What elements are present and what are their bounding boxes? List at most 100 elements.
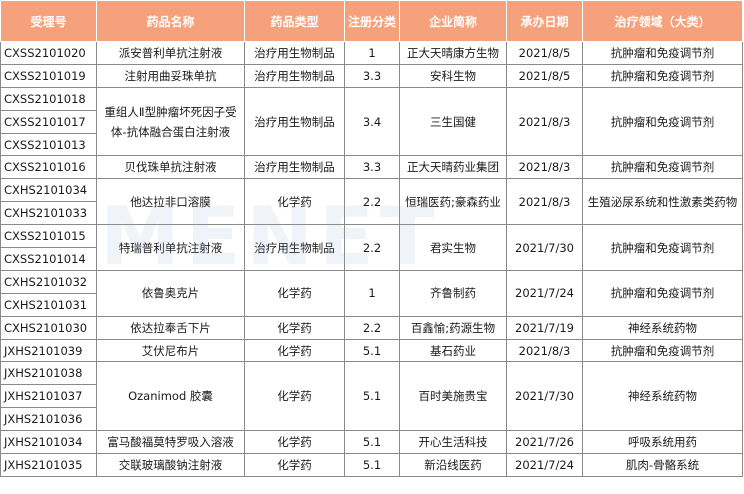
date: 2021/8/3	[506, 338, 583, 363]
date: 2021/7/24	[506, 453, 583, 477]
date: 2021/8/3	[506, 178, 583, 226]
date: 2021/8/3	[506, 155, 583, 180]
drug-name: 注射用曲妥珠单抗	[96, 63, 245, 88]
acceptance-no: JXHS2101039	[0, 338, 97, 363]
date: 2021/7/24	[506, 269, 583, 317]
registration-class: 2.2	[344, 315, 400, 340]
table-row: JXHS2101038 Ozanimod 胶囊 化学药 5.1 百时美施贵宝 2…	[0, 361, 743, 432]
drug-type: 化学药	[244, 430, 345, 455]
drug-type: 化学药	[244, 178, 345, 226]
drug-type: 化学药	[244, 269, 345, 317]
drug-type: 治疗用生物制品	[244, 63, 345, 88]
drug-name: 依鲁奥克片	[96, 269, 245, 317]
company: 君实生物	[399, 224, 507, 271]
acceptance-no: CXHS2101032	[0, 269, 97, 294]
registration-class: 2.2	[344, 178, 400, 226]
drug-name: 交联玻璃酸钠注射液	[96, 453, 245, 477]
drug-type: 化学药	[244, 453, 345, 477]
drug-registration-table: 受理号 药品名称 药品类型 注册分类 企业简称 承办日期 治疗领域（大类） CX…	[0, 0, 743, 477]
acceptance-no: CXSS2101013	[0, 132, 97, 157]
therapeutic-area: 抗肿瘤和免疫调节剂	[582, 224, 743, 271]
drug-name: 派安普利单抗注射液	[96, 41, 245, 65]
header-date: 承办日期	[506, 0, 583, 42]
drug-type: 治疗用生物制品	[244, 155, 345, 180]
company: 开心生活科技	[399, 430, 507, 455]
company: 基石药业	[399, 338, 507, 363]
acceptance-no: CXHS2101034	[0, 178, 97, 203]
date: 2021/7/30	[506, 224, 583, 271]
company: 正大天晴康方生物	[399, 41, 507, 65]
table-row: CXHS2101030 依达拉奉舌下片 化学药 2.2 百鑫愉;药源生物 202…	[0, 315, 743, 340]
company: 百时美施贵宝	[399, 361, 507, 432]
acceptance-no: JXHS2101036	[0, 407, 97, 432]
registration-class: 5.1	[344, 430, 400, 455]
therapeutic-area: 抗肿瘤和免疫调节剂	[582, 41, 743, 65]
acceptance-no: CXSS2101014	[0, 247, 97, 271]
registration-class: 3.3	[344, 155, 400, 180]
registration-class: 5.1	[344, 338, 400, 363]
registration-class: 3.3	[344, 63, 400, 88]
therapeutic-area: 生殖泌尿系统和性激素类药物	[582, 178, 743, 226]
acceptance-no: JXHS2101037	[0, 384, 97, 409]
therapeutic-area: 肌肉-骨骼系统	[582, 453, 743, 477]
registration-class: 5.1	[344, 361, 400, 432]
company: 齐鲁制药	[399, 269, 507, 317]
header-company: 企业简称	[399, 0, 507, 42]
header-acceptance-no: 受理号	[0, 0, 97, 42]
date: 2021/8/5	[506, 63, 583, 88]
header-row: 受理号 药品名称 药品类型 注册分类 企业简称 承办日期 治疗领域（大类）	[0, 0, 743, 42]
registration-class: 1	[344, 269, 400, 317]
acceptance-no: JXHS2101035	[0, 453, 97, 477]
header-registration-class: 注册分类	[344, 0, 400, 42]
drug-name: 依达拉奉舌下片	[96, 315, 245, 340]
drug-name: 他达拉非口溶膜	[96, 178, 245, 226]
therapeutic-area: 神经系统药物	[582, 361, 743, 432]
acceptance-no: CXSS2101020	[0, 41, 97, 65]
drug-type: 治疗用生物制品	[244, 224, 345, 271]
table-row: CXSS2101019 注射用曲妥珠单抗 治疗用生物制品 3.3 安科生物 20…	[0, 63, 743, 88]
company: 正大天晴药业集团	[399, 155, 507, 180]
acceptance-no: CXHS2101031	[0, 292, 97, 317]
table-row: CXHS2101034 他达拉非口溶膜 化学药 2.2 恒瑞医药;豪森药业 20…	[0, 178, 743, 226]
acceptance-no: CXHS2101033	[0, 201, 97, 226]
header-drug-name: 药品名称	[96, 0, 245, 42]
table-row: JXHS2101039 艾伏尼布片 化学药 5.1 基石药业 2021/8/3 …	[0, 338, 743, 363]
header-therapeutic-area: 治疗领域（大类）	[582, 0, 743, 42]
drug-type: 化学药	[244, 338, 345, 363]
date: 2021/8/3	[506, 86, 583, 157]
date: 2021/8/5	[506, 41, 583, 65]
drug-type: 化学药	[244, 315, 345, 340]
therapeutic-area: 抗肿瘤和免疫调节剂	[582, 338, 743, 363]
drug-name: 富马酸福莫特罗吸入溶液	[96, 430, 245, 455]
drug-name: 艾伏尼布片	[96, 338, 245, 363]
header-drug-type: 药品类型	[244, 0, 345, 42]
date: 2021/7/26	[506, 430, 583, 455]
registration-class: 1	[344, 41, 400, 65]
therapeutic-area: 抗肿瘤和免疫调节剂	[582, 86, 743, 157]
acceptance-no: CXSS2101018	[0, 86, 97, 111]
drug-type: 治疗用生物制品	[244, 86, 345, 157]
table-row: CXSS2101015 特瑞普利单抗注射液 治疗用生物制品 2.2 君实生物 2…	[0, 224, 743, 271]
table-row: CXSS2101020 派安普利单抗注射液 治疗用生物制品 1 正大天晴康方生物…	[0, 41, 743, 65]
table-row: CXHS2101032 依鲁奥克片 化学药 1 齐鲁制药 2021/7/24 抗…	[0, 269, 743, 317]
therapeutic-area: 抗肿瘤和免疫调节剂	[582, 269, 743, 317]
table-row: CXSS2101016 贝伐珠单抗注射液 治疗用生物制品 3.3 正大天晴药业集…	[0, 155, 743, 180]
therapeutic-area: 抗肿瘤和免疫调节剂	[582, 155, 743, 180]
table-row: CXSS2101018 重组人Ⅱ型肿瘤坏死因子受体-抗体融合蛋白注射液 治疗用生…	[0, 86, 743, 157]
acceptance-no: CXSS2101015	[0, 224, 97, 249]
date: 2021/7/19	[506, 315, 583, 340]
drug-type: 化学药	[244, 361, 345, 432]
drug-type: 治疗用生物制品	[244, 41, 345, 65]
company: 百鑫愉;药源生物	[399, 315, 507, 340]
drug-name: 特瑞普利单抗注射液	[96, 224, 245, 271]
drug-name: Ozanimod 胶囊	[96, 361, 245, 432]
therapeutic-area: 神经系统药物	[582, 315, 743, 340]
drug-name: 贝伐珠单抗注射液	[96, 155, 245, 180]
acceptance-no: CXSS2101016	[0, 155, 97, 180]
registration-class: 3.4	[344, 86, 400, 157]
therapeutic-area: 呼吸系统用药	[582, 430, 743, 455]
registration-class: 2.2	[344, 224, 400, 271]
date: 2021/7/30	[506, 361, 583, 432]
company: 安科生物	[399, 63, 507, 88]
table-row: JXHS2101034 富马酸福莫特罗吸入溶液 化学药 5.1 开心生活科技 2…	[0, 430, 743, 455]
